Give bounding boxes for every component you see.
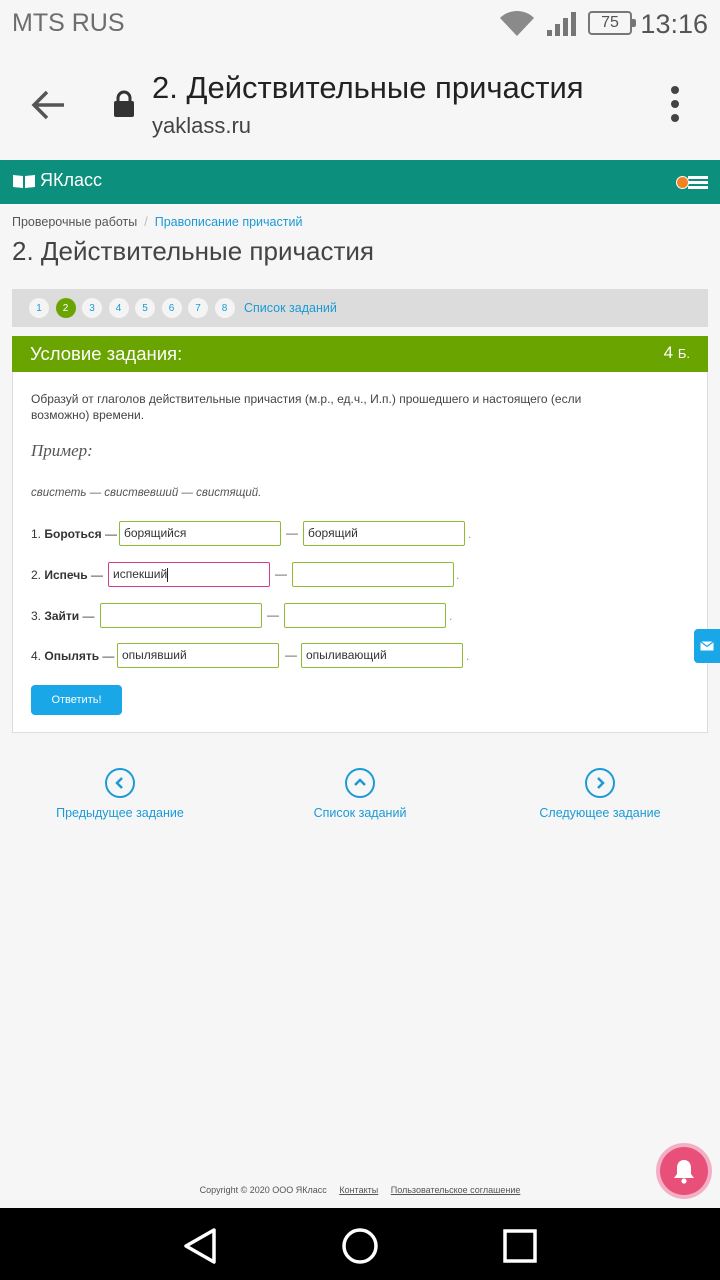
carrier-name: MTS RUS [12,9,125,37]
row-label: 2. Испечь — [31,568,103,582]
past-participle-input[interactable]: опылявший [117,643,279,668]
task-instructions: Образуй от глаголов действительные прича… [31,392,582,422]
row-label: 4. Опылять — [31,649,115,663]
example-title: Пример: [31,441,93,460]
task-points: 4 Б. [664,343,690,363]
period: . [466,649,470,663]
notification-dot [676,176,689,189]
page-title: 2. Действительные причастия [12,236,374,266]
present-participle-input[interactable] [292,562,454,587]
footer: Copyright © 2020 ООО ЯКласс Контакты Пол… [0,1185,720,1195]
task-list-nav-link[interactable]: Список заданий [300,768,420,820]
browser-toolbar: 2. Действительные причастия yaklass.ru [0,48,720,160]
text-caret [167,567,169,582]
dash: — [267,608,279,622]
battery-icon: 75 [588,11,636,35]
task-panel-header: Условие задания: 4 Б. [12,336,708,372]
site-logo[interactable]: ЯКласс [12,170,102,191]
task-list-link[interactable]: Список заданий [244,301,337,315]
back-triangle-icon[interactable] [180,1226,220,1266]
task-pager: 1 2 3 4 5 6 7 8 Список заданий [12,289,708,327]
breadcrumb-item[interactable]: Правописание причастий [155,215,303,229]
dash: — [285,648,297,662]
contacts-link[interactable]: Контакты [339,1185,378,1195]
pager-item[interactable]: 6 [161,298,182,318]
task-header-title: Условие задания: [30,343,183,364]
period: . [449,609,453,623]
past-participle-input[interactable]: борящийся [119,521,281,546]
signal-icon [547,12,576,36]
dash: — [275,567,287,581]
status-bar: MTS RUS 75 13:16 [0,0,720,48]
bell-icon [674,1160,694,1184]
site-menu-button[interactable] [676,173,708,191]
present-participle-input[interactable] [284,603,446,628]
pager-item[interactable]: 7 [188,298,208,318]
exercise-row-3: 3. Зайти — — . [31,603,691,629]
exercise-row-4: 4. Опылять — опылявший — опыливающий . [31,643,691,669]
chevron-up-icon [345,768,375,798]
task-list-label: Список заданий [313,806,407,820]
wifi-icon [500,10,534,36]
past-participle-input[interactable] [100,603,262,628]
feedback-tab[interactable] [694,629,720,663]
breadcrumb: Проверочные работы / Правописание причасти… [12,215,302,229]
present-participle-input[interactable]: борящий [303,521,465,546]
example-text: свистеть — свиствевший — свистящий. [31,487,262,499]
arrow-left-icon [31,90,64,120]
points-unit: Б. [677,346,690,361]
agreement-link[interactable]: Пользовательское соглашение [391,1185,521,1195]
android-navigation-bar [0,1208,720,1280]
period: . [468,527,472,541]
prev-task-label: Предыдущее задание [56,806,184,820]
pager-item[interactable]: 8 [214,298,235,318]
site-header: ЯКласс [0,160,720,204]
recents-square-icon[interactable] [502,1226,538,1266]
pager-item[interactable]: 5 [135,298,155,318]
breadcrumb-separator: / [144,215,148,229]
book-icon [13,174,35,188]
more-options-button[interactable] [660,84,690,124]
next-task-link[interactable]: Следующее задание [530,768,670,820]
present-participle-input[interactable]: опыливающий [301,643,463,668]
period: . [456,568,460,582]
pager-item[interactable]: 4 [108,298,129,318]
pager-item[interactable]: 1 [29,298,49,318]
next-task-label: Следующее задание [539,806,661,820]
submit-answer-button[interactable]: Ответить! [31,685,122,715]
prev-task-link[interactable]: Предыдущее задание [50,768,190,820]
chevron-right-icon [585,768,615,798]
dash: — [286,526,298,540]
home-circle-icon[interactable] [340,1226,380,1266]
pager-item-active[interactable]: 2 [55,298,76,318]
clock: 13:16 [640,9,708,39]
points-value: 4 [663,343,674,362]
exercise-row-1: 1. Бороться — борящийся — борящий . [31,521,691,547]
mail-icon [700,641,714,651]
url-text[interactable]: yaklass.ru [152,113,251,139]
browser-page-title: 2. Действительные причастия [152,70,584,105]
chevron-left-icon [105,768,135,798]
breadcrumb-item[interactable]: Проверочные работы [12,215,137,229]
task-panel: Условие задания: 4 Б. Образуй от глаголо… [12,336,708,733]
row-label: 3. Зайти — [31,609,95,623]
copyright: Copyright © 2020 ООО ЯКласс [199,1185,327,1195]
exercise-row-2: 2. Испечь — испекший — . [31,562,691,588]
row-label: 1. Бороться — [31,527,117,541]
notifications-button[interactable] [660,1147,708,1195]
past-participle-input[interactable]: испекший [108,562,270,587]
back-button[interactable] [24,81,72,129]
logo-text: ЯКласс [40,170,102,190]
pager-item[interactable]: 3 [82,298,102,318]
lock-icon [114,90,134,117]
